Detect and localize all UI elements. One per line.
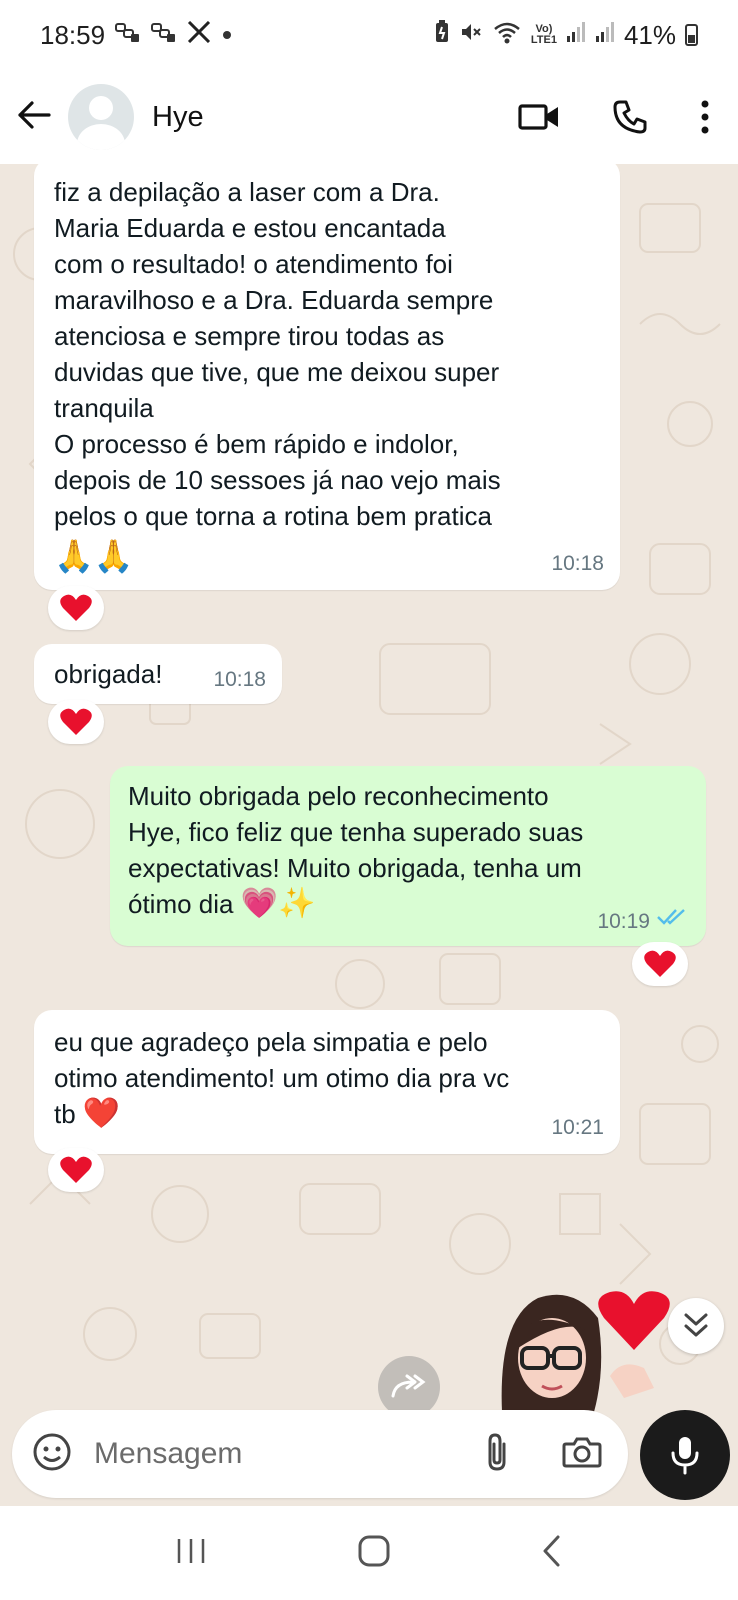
forward-arrow-icon	[391, 1374, 426, 1398]
battery-percent: 41%	[623, 19, 676, 50]
forward-button[interactable]	[378, 1356, 440, 1418]
message-reaction[interactable]	[48, 1148, 104, 1192]
link-icon	[115, 21, 141, 49]
message-reaction[interactable]	[48, 700, 104, 744]
contact-avatar[interactable]	[68, 84, 134, 150]
signal-icon	[595, 21, 615, 49]
back-chevron-icon[interactable]	[540, 1534, 564, 1573]
chat-area[interactable]: fiz a depilação a laser com a Dra. Maria…	[0, 164, 738, 1410]
red-heart-icon	[60, 594, 92, 621]
link-icon	[151, 21, 177, 49]
mute-icon	[459, 20, 483, 50]
message-text: eu que agradeço pela simpatia e pelo oti…	[54, 1027, 510, 1129]
system-navbar	[0, 1506, 738, 1600]
paperclip-icon[interactable]	[484, 1432, 510, 1477]
composer-actions	[484, 1432, 608, 1477]
microphone-icon	[671, 1437, 699, 1475]
home-icon[interactable]	[357, 1534, 391, 1573]
message-time: 10:18	[213, 668, 266, 691]
message-input[interactable]: Mensagem	[12, 1410, 628, 1498]
message-text: Muito obrigada pelo reconhecimento Hye, …	[128, 781, 584, 919]
phone-icon	[613, 100, 647, 134]
dot-icon	[221, 24, 233, 47]
battery-icon	[685, 24, 698, 46]
header-actions	[518, 99, 724, 135]
sticker-smiley-icon[interactable]	[32, 1432, 72, 1477]
emoji-text: 🙏🙏	[54, 538, 134, 574]
battery-saver-icon	[434, 20, 450, 50]
message-placeholder: Mensagem	[94, 1437, 243, 1470]
video-call-button[interactable]	[518, 102, 560, 132]
incoming-message[interactable]: eu que agradeço pela simpatia e pelo oti…	[34, 1010, 620, 1154]
incoming-message[interactable]: fiz a depilação a laser com a Dra. Maria…	[34, 164, 620, 590]
message-emojis: 🙏🙏	[54, 538, 600, 574]
camera-icon[interactable]	[562, 1435, 602, 1474]
composer: Mensagem	[0, 1410, 738, 1506]
wifi-icon	[492, 20, 522, 50]
status-time: 18:59	[40, 19, 106, 50]
video-camera-icon	[518, 104, 558, 130]
red-heart-icon	[60, 708, 92, 735]
message-text: fiz a depilação a laser com a Dra. Maria…	[54, 177, 501, 531]
recent-apps-icon[interactable]	[174, 1537, 208, 1570]
incoming-message[interactable]: obrigada! 10:18	[34, 644, 282, 704]
status-left: 18:59	[40, 20, 233, 51]
x-logo-icon	[187, 20, 211, 49]
message-reaction[interactable]	[48, 586, 104, 630]
red-heart-icon	[644, 950, 676, 977]
arrow-left-icon	[17, 100, 51, 135]
scroll-to-bottom-button[interactable]	[668, 1298, 724, 1354]
contact-name[interactable]: Hye	[152, 101, 204, 134]
signal-icon	[566, 21, 586, 49]
lte-label: LTE1	[530, 34, 557, 46]
message-time: 10:18	[551, 552, 604, 575]
emoji-text: 💗✨	[240, 887, 316, 920]
volte-icon: Vo) LTE1	[531, 24, 557, 46]
status-bar: 18:59 Vo) LTE1 41%	[0, 0, 738, 70]
emoji-text: ❤️	[82, 1097, 121, 1130]
message-time: 10:19	[597, 910, 650, 933]
read-ticks-icon	[656, 900, 688, 936]
double-chevron-down-icon	[684, 1313, 708, 1337]
red-heart-icon	[60, 1156, 92, 1183]
message-time: 10:21	[551, 1116, 604, 1139]
voice-message-button[interactable]	[640, 1410, 730, 1500]
status-right: Vo) LTE1 41%	[434, 20, 698, 51]
menu-button[interactable]	[700, 100, 710, 134]
voice-call-button[interactable]	[612, 99, 648, 135]
message-reaction[interactable]	[632, 942, 688, 986]
kebab-menu-icon	[701, 100, 709, 134]
back-button[interactable]	[14, 97, 54, 137]
message-text: obrigada!	[54, 659, 163, 689]
avatar-heart-sticker[interactable]	[494, 1288, 684, 1412]
outgoing-message[interactable]: Muito obrigada pelo reconhecimento Hye, …	[110, 766, 706, 946]
chat-header: Hye	[0, 70, 738, 164]
